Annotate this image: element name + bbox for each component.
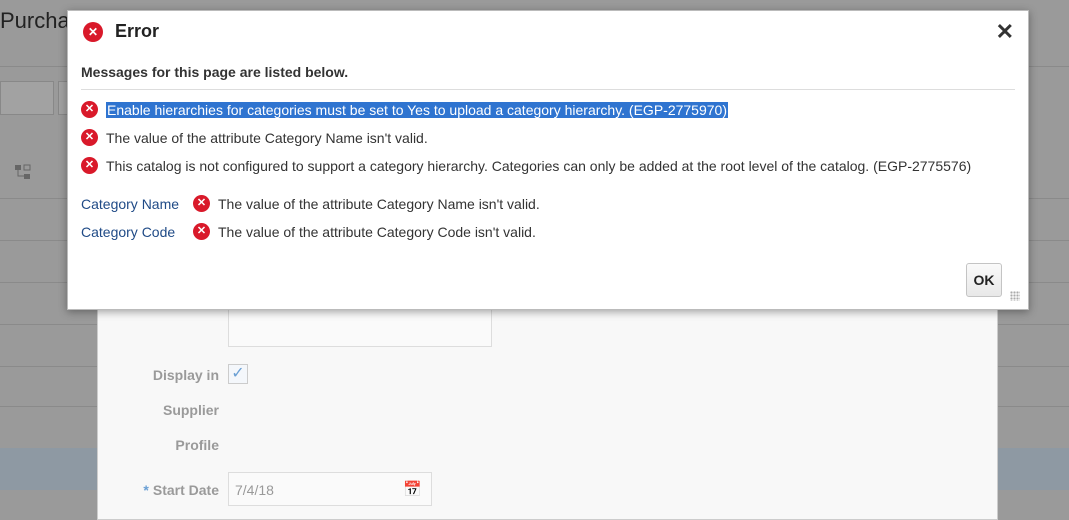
error-message-text: This catalog is not configured to suppor… xyxy=(106,157,972,174)
close-button[interactable]: ✕ xyxy=(996,19,1014,45)
field-link-category-code[interactable]: Category Code xyxy=(81,224,193,240)
error-icon: ✕ xyxy=(81,101,98,118)
resize-grip-icon[interactable] xyxy=(1010,291,1020,301)
error-icon: ✕ xyxy=(81,129,98,146)
field-error-row: Category Name ✕ The value of the attribute… xyxy=(81,195,540,212)
start-date-label: * Start Date xyxy=(99,482,219,498)
dialog-subtitle: Messages for this page are listed below. xyxy=(81,64,349,80)
error-icon: ✕ xyxy=(81,157,98,174)
error-message-text: The value of the attribute Category Name… xyxy=(106,129,428,146)
error-icon: ✕ xyxy=(193,195,210,212)
error-message: ✕ The value of the attribute Category Nam… xyxy=(81,129,428,146)
hierarchy-icon[interactable] xyxy=(14,163,32,181)
start-date-input[interactable]: 7/4/18 📅 xyxy=(228,472,432,506)
start-date-value: 7/4/18 xyxy=(235,482,274,498)
field-link-category-name[interactable]: Category Name xyxy=(81,196,193,212)
display-in-supplier-profile-checkbox[interactable]: ✓ xyxy=(228,364,248,384)
page-title: Purcha xyxy=(0,8,70,33)
field-error-message: The value of the attribute Category Code… xyxy=(218,223,536,240)
supplier-label: Supplier xyxy=(162,402,219,418)
error-icon: ✕ xyxy=(83,22,103,42)
field-error-row: Category Code ✕ The value of the attribute… xyxy=(81,223,536,240)
error-dialog: ✕ Error ✕ Messages for this page are lis… xyxy=(67,10,1029,310)
background-search-input[interactable] xyxy=(0,81,54,115)
divider xyxy=(81,89,1015,90)
start-date-label-text: Start Date xyxy=(152,482,219,498)
dialog-title: Error xyxy=(115,21,160,41)
error-message: ✕ This catalog is not configured to suppo… xyxy=(81,157,971,174)
profile-label: Profile xyxy=(175,437,219,453)
ok-button[interactable]: OK xyxy=(966,263,1002,297)
error-message: ✕ Enable hierarchies for categories must … xyxy=(81,101,728,118)
calendar-icon[interactable]: 📅 xyxy=(403,480,423,500)
error-message-text: Enable hierarchies for categories must b… xyxy=(106,101,728,118)
error-icon: ✕ xyxy=(193,223,210,240)
field-error-message: The value of the attribute Category Name… xyxy=(218,195,540,212)
required-mark: * xyxy=(143,482,149,498)
display-in-label: Display in xyxy=(152,367,219,383)
